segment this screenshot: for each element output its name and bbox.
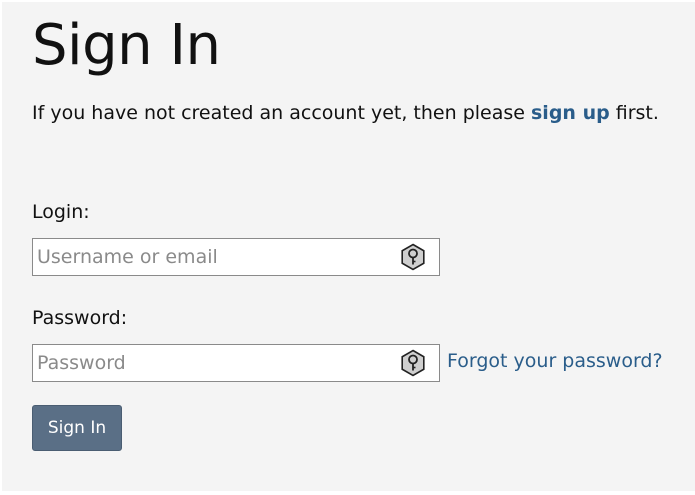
login-label: Login: [32,201,90,223]
forgot-password-link[interactable]: Forgot your password? [447,350,663,372]
page-title: Sign In [32,13,221,78]
password-input[interactable] [33,345,393,381]
password-field-wrapper [32,344,440,382]
intro-text: If you have not created an account yet, … [32,102,659,124]
key-icon[interactable] [399,349,427,377]
sign-in-button[interactable]: Sign In [32,405,122,451]
intro-suffix: first. [609,102,659,124]
login-input[interactable] [33,239,393,275]
password-label: Password: [32,307,128,329]
sign-in-panel: Sign In If you have not created an accou… [2,2,695,491]
key-icon[interactable] [399,243,427,271]
login-field-wrapper [32,238,440,276]
intro-prefix: If you have not created an account yet, … [32,102,531,124]
sign-up-link[interactable]: sign up [531,102,610,124]
